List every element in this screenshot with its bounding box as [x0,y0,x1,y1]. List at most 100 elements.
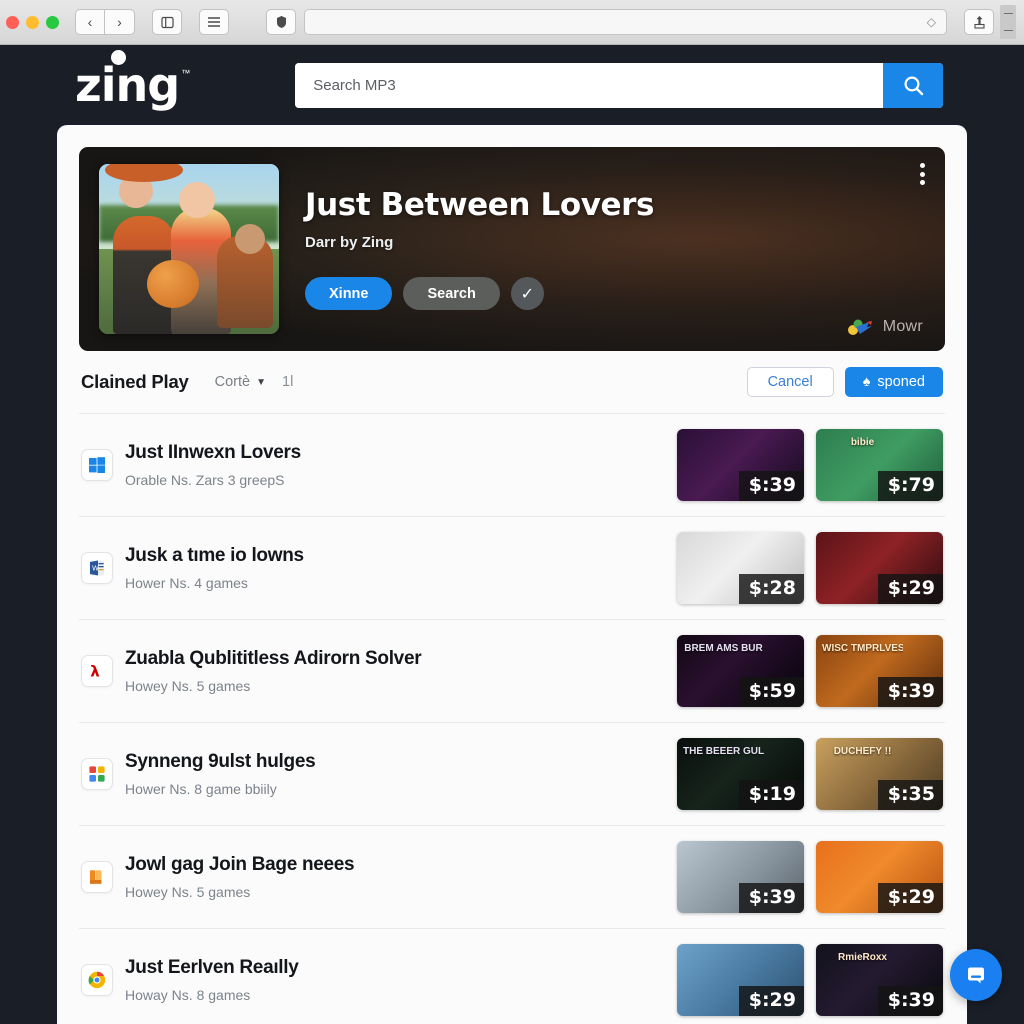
row-title: Synneng 9ulst hulges [125,751,316,772]
hero-banner[interactable]: Just Between Lovers Darr by Zing Xinne S… [79,147,945,351]
search-submit-button[interactable] [883,62,944,108]
chrome-icon [81,964,113,996]
list-title: Clained Play [81,371,189,392]
thumbnail-tile[interactable]: $:39 [677,841,804,913]
thumbnail-caption: DUCHEFY !! [833,746,892,757]
thumbnail-tile[interactable]: $:29 [677,944,804,1016]
zing-logo-dot-icon [111,50,126,65]
hero-thumbnail-image [99,164,279,334]
hero-subtitle: Darr by Zing [305,234,394,252]
row-thumbnails: $:39 $:29 [677,841,943,913]
hero-title: Just Between Lovers [305,186,655,223]
item-count: 1l [282,374,294,390]
price-badge: $:28 [738,574,804,604]
hero-more-button[interactable] [920,163,925,185]
thumbnail-tile[interactable]: $:28 [677,532,804,604]
thumbnail-tile[interactable]: DUCHEFY !! $:35 [816,738,943,810]
row-thumbnails: $:28 $:29 [677,532,943,604]
thumbnail-tile[interactable]: $:29 [816,841,943,913]
address-bar[interactable]: ◇ [304,9,947,35]
svg-text:W: W [92,564,99,572]
sort-dropdown[interactable]: Cortè ▼ [215,374,266,390]
sponsor-button[interactable]: ♠ sponed [844,367,943,397]
chat-bubble-icon [968,967,984,984]
row-title: Just IInwexn Lovers [125,442,301,463]
thumbnail-tile[interactable]: bibie $:79 [816,429,943,501]
row-thumbnails: $:39 bibie $:79 [677,429,943,501]
row-text: Jowl gag Join Bage neees Howey Ns. 5 game… [125,854,677,900]
table-row[interactable]: Just Eerlven Reaılly Howay Ns. 8 games $:2… [79,928,945,1024]
row-text: Synneng 9ulst hulges Hower Ns. 8 game bbi… [125,751,677,797]
share-icon [973,16,985,29]
nav-buttons[interactable]: ‹ › [75,9,135,35]
price-badge: $:19 [738,780,804,810]
cancel-button[interactable]: Cancel [746,367,834,397]
share-button[interactable] [964,9,994,35]
thumbnail-caption: WISC TMPRLVESG ULTIVRERS [822,643,903,654]
hero-primary-button[interactable]: Xinne [305,277,393,311]
thumbnail-caption: BREM AMS BUR [684,643,763,654]
minimize-window-button[interactable] [26,15,39,29]
hamburger-icon [208,17,220,27]
check-icon: ✓ [520,285,535,303]
hero-search-button[interactable]: Search [403,277,500,311]
site-header: zing ™ [0,45,1024,125]
row-text: Just IInwexn Lovers Orable Ns. Zars 3 gre… [125,442,677,488]
price-badge: $:29 [877,883,943,913]
menu-button[interactable] [199,9,229,35]
chevron-down-icon: ▼ [256,376,266,388]
flame-icon: ♠ [862,374,871,390]
sponsor-button-label: sponed [877,374,925,390]
table-row[interactable]: Just IInwexn Lovers Orable Ns. Zars 3 gre… [79,413,945,516]
hero-confirm-button[interactable]: ✓ [510,277,544,311]
windows-icon [81,449,113,481]
zing-logo-trademark: ™ [181,68,191,78]
table-row[interactable]: Jowl gag Join Bage neees Howey Ns. 5 game… [79,825,945,928]
reader-icon[interactable]: ◇ [927,15,936,29]
page-root: zing ™ Just Be [0,45,1024,1024]
sidebar-icon [160,16,174,28]
row-subtitle: Howey Ns. 5 games [125,884,251,900]
zing-logo-text: zing [75,58,180,112]
more-vertical-icon [920,163,925,168]
thumbnail-tile[interactable]: WISC TMPRLVESG ULTIVRERS $:39 [816,635,943,707]
zing-logo[interactable]: zing ™ [75,50,191,112]
sort-label: Cortè [214,374,251,390]
row-subtitle: Howay Ns. 8 games [125,987,251,1003]
forward-button[interactable]: › [105,9,135,35]
price-badge: $:79 [877,471,943,501]
window-controls[interactable] [6,15,59,29]
content-card: Just Between Lovers Darr by Zing Xinne S… [57,125,967,1024]
thumbnail-tile[interactable]: $:29 [816,532,943,604]
thumbnail-caption: THE BEEER GULRTION [683,746,764,757]
search-icon [904,75,923,95]
price-badge: $:39 [877,986,943,1016]
shield-button[interactable] [266,9,296,35]
search-bar[interactable] [295,62,944,108]
row-thumbnails: THE BEEER GULRTION $:19 DUCHEFY !! $:35 [677,738,943,810]
thumbnail-caption: bibie [850,437,875,448]
table-row[interactable]: λ Zuabla Qublititless Adirorn Solver Howey… [79,619,945,722]
apps-grid-icon [81,758,113,790]
browser-toolbar: ‹ › ◇ [0,0,1024,45]
hero-brand-label: Mowr [882,318,923,335]
close-window-button[interactable] [6,15,19,29]
back-button[interactable]: ‹ [75,9,105,35]
maximize-window-button[interactable] [46,15,59,29]
table-row[interactable]: W Jusk a tıme io lowns Hower Ns. 4 games $:… [79,516,945,619]
address-input[interactable] [315,10,936,34]
thumbnail-tile[interactable]: BREM AMS BUR $:59 [677,635,804,707]
chrome-right-tools [954,5,1016,39]
sidebar-toggle-button[interactable] [152,9,182,35]
list-actions: Cancel ♠ sponed [746,367,943,397]
table-row[interactable]: Synneng 9ulst hulges Hower Ns. 8 game bbi… [79,722,945,825]
thumbnail-tile[interactable]: $:39 [677,429,804,501]
thumbnail-tile[interactable]: THE BEEER GULRTION $:19 [677,738,804,810]
tab-overview-button[interactable] [1000,5,1016,39]
thumbnail-tile[interactable]: RmieRoxx $:39 [816,944,943,1016]
search-input[interactable] [295,62,884,108]
hero-body: Just Between Lovers Darr by Zing Xinne S… [305,186,925,311]
list-toolbar: Clained Play Cortè ▼ 1l Cancel ♠ sponed [79,351,945,413]
chat-launcher-button[interactable] [950,949,1002,1001]
row-title: Just Eerlven Reaılly [125,957,299,978]
